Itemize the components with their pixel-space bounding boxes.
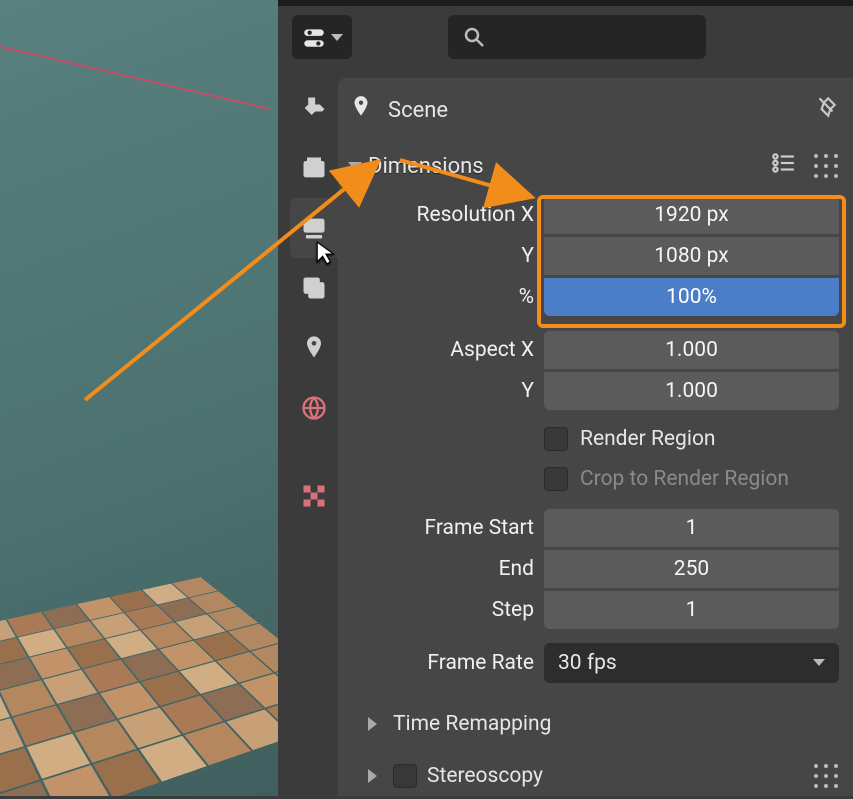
checkbox-render-region[interactable] [544, 427, 568, 451]
section-dimensions-header[interactable]: Dimensions [348, 146, 839, 186]
checkbox-stereoscopy[interactable] [393, 764, 417, 788]
tab-render[interactable] [290, 138, 338, 198]
properties-editor-icon [301, 24, 327, 50]
input-aspect-y[interactable]: 1.000 [544, 371, 839, 410]
label-crop-region: Crop to Render Region [580, 467, 789, 491]
drag-handle-icon[interactable] [814, 154, 839, 179]
subsection-stereoscopy[interactable]: Stereoscopy [348, 753, 839, 799]
search-icon [462, 25, 486, 49]
3d-viewport[interactable] [0, 0, 278, 796]
label-frame-rate: Frame Rate [348, 651, 544, 675]
tab-tool[interactable] [290, 78, 338, 138]
chevron-down-icon [331, 34, 343, 41]
input-aspect-x[interactable]: 1.000 [544, 330, 839, 369]
checkbox-crop-region [544, 467, 568, 491]
label-aspect-y: Y [348, 379, 544, 403]
subsection-time-remapping[interactable]: Time Remapping [348, 701, 839, 747]
axis-line [0, 18, 270, 110]
label-resolution-pct: % [348, 285, 544, 309]
select-frame-rate[interactable]: 30 fps [544, 643, 839, 683]
panel-top-strip [278, 0, 853, 6]
label-frame-start: Frame Start [348, 516, 544, 540]
preset-list-button[interactable] [770, 150, 796, 182]
select-frame-rate-value: 30 fps [558, 651, 617, 675]
input-frame-end[interactable]: 250 [544, 549, 839, 588]
tab-viewlayer[interactable] [290, 258, 338, 318]
disclosure-right-icon [368, 717, 377, 731]
input-resolution-y[interactable]: 1080 px [544, 236, 839, 275]
disclosure-right-icon [368, 769, 377, 783]
scene-icon [348, 94, 374, 126]
tab-scene[interactable] [290, 318, 338, 378]
input-frame-step[interactable]: 1 [544, 590, 839, 629]
properties-body: Scene Dimensions Resolution X 1920 px Y [338, 78, 853, 796]
search-input[interactable] [448, 15, 706, 59]
subsection-title: Stereoscopy [427, 764, 543, 788]
label-aspect-x: Aspect X [348, 338, 544, 362]
label-resolution-x: Resolution X [348, 203, 544, 227]
section-title: Dimensions [368, 154, 484, 179]
input-resolution-pct[interactable]: 100% [544, 277, 839, 316]
tab-world[interactable] [290, 378, 338, 438]
label-resolution-y: Y [348, 244, 544, 268]
editor-type-dropdown[interactable] [292, 15, 352, 59]
label-render-region: Render Region [580, 427, 716, 451]
context-title[interactable]: Scene [388, 98, 448, 123]
chevron-down-icon [813, 659, 825, 666]
pin-button[interactable] [813, 94, 839, 126]
input-resolution-x[interactable]: 1920 px [544, 195, 839, 234]
viewport-floor-mesh [0, 577, 278, 796]
tab-texture[interactable] [290, 466, 338, 526]
properties-tabs [290, 78, 338, 526]
subsection-title: Time Remapping [393, 712, 551, 736]
tab-output[interactable] [290, 198, 338, 258]
label-frame-end: End [348, 557, 544, 581]
properties-panel: Scene Dimensions Resolution X 1920 px Y [278, 0, 853, 796]
input-frame-start[interactable]: 1 [544, 508, 839, 547]
label-frame-step: Step [348, 598, 544, 622]
drag-handle-icon[interactable] [814, 764, 839, 789]
disclosure-down-icon [348, 162, 362, 171]
